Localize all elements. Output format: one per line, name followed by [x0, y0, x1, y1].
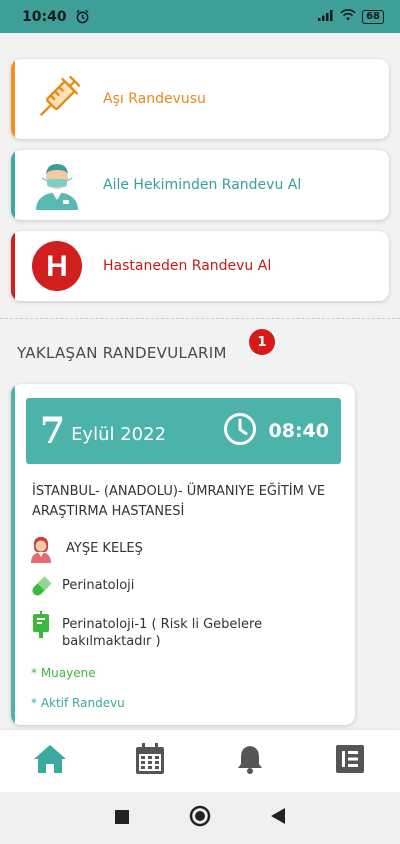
card-accent-bar	[11, 384, 15, 725]
appointment-date-box: 7 Eylül 2022 08:40	[26, 398, 341, 464]
signal-icon	[318, 9, 334, 25]
nav-notifications[interactable]	[225, 736, 275, 786]
calendar-icon	[135, 743, 165, 779]
family-doctor-appointment-card[interactable]: Aile Hekiminden Randevu Al	[11, 150, 389, 220]
section-divider	[0, 318, 400, 319]
back-system-button[interactable]	[271, 808, 285, 828]
department-row: Perinatoloji	[28, 574, 134, 600]
female-doctor-icon	[28, 536, 54, 563]
card-accent-bar	[11, 231, 15, 301]
clinic-icon	[28, 611, 54, 638]
department-name: Perinatoloji	[62, 578, 135, 593]
clinic-row: Perinatoloji-1 ( Risk li Gebelere bakılm…	[28, 611, 328, 650]
card-accent-bar	[11, 59, 15, 139]
doctor-name: AYŞE KELEŞ	[66, 541, 143, 556]
appointment-status: * Aktif Randevu	[31, 696, 125, 710]
alarm-icon	[75, 9, 90, 24]
status-bar: 10:40 68	[0, 0, 400, 33]
home-icon	[32, 743, 68, 779]
appointment-card[interactable]: 7 Eylül 2022 08:40 İSTANBUL- (ANADOLU)- …	[11, 384, 355, 725]
home-system-button[interactable]	[189, 805, 211, 831]
appointment-day: 7	[40, 410, 66, 452]
nav-calendar[interactable]	[125, 736, 175, 786]
hospital-appointment-label: Hastaneden Randevu Al	[103, 258, 272, 274]
syringe-icon	[27, 69, 87, 129]
doctor-row: AYŞE KELEŞ	[28, 536, 143, 563]
vaccine-appointment-label: Aşı Randevusu	[103, 91, 206, 107]
pill-icon	[28, 574, 54, 600]
system-navigation-bar	[0, 792, 400, 844]
hospital-icon-letter: H	[46, 250, 68, 283]
clock-icon	[223, 412, 257, 450]
menu-book-icon	[335, 744, 365, 778]
appointment-time: 08:40	[268, 420, 329, 442]
clinic-name: Perinatoloji-1 ( Risk li Gebelere bakılm…	[62, 617, 263, 649]
upcoming-count-badge: 1	[249, 329, 275, 355]
appointment-month-year: Eylül 2022	[71, 423, 167, 445]
appointment-type: * Muayene	[31, 666, 96, 680]
wifi-icon	[340, 8, 356, 25]
status-time: 10:40	[22, 8, 67, 25]
upcoming-appointments-title: YAKLAŞAN RANDEVULARIM	[17, 344, 227, 362]
bottom-navigation	[0, 730, 400, 792]
hospital-appointment-card[interactable]: H Hastaneden Randevu Al	[11, 231, 389, 301]
bell-icon	[236, 744, 264, 778]
nav-home[interactable]	[25, 736, 75, 786]
recent-apps-button[interactable]	[115, 809, 129, 828]
battery-icon: 68	[362, 9, 384, 24]
family-doctor-appointment-label: Aile Hekiminden Randevu Al	[103, 177, 302, 193]
vaccine-appointment-card[interactable]: Aşı Randevusu	[11, 59, 389, 139]
hospital-icon: H	[27, 236, 87, 296]
card-accent-bar	[11, 150, 15, 220]
nav-menu[interactable]	[325, 736, 375, 786]
doctor-icon	[27, 155, 87, 215]
appointment-hospital: İSTANBUL- (ANADOLU)- ÜMRANIYE EĞİTİM VE …	[32, 484, 326, 519]
